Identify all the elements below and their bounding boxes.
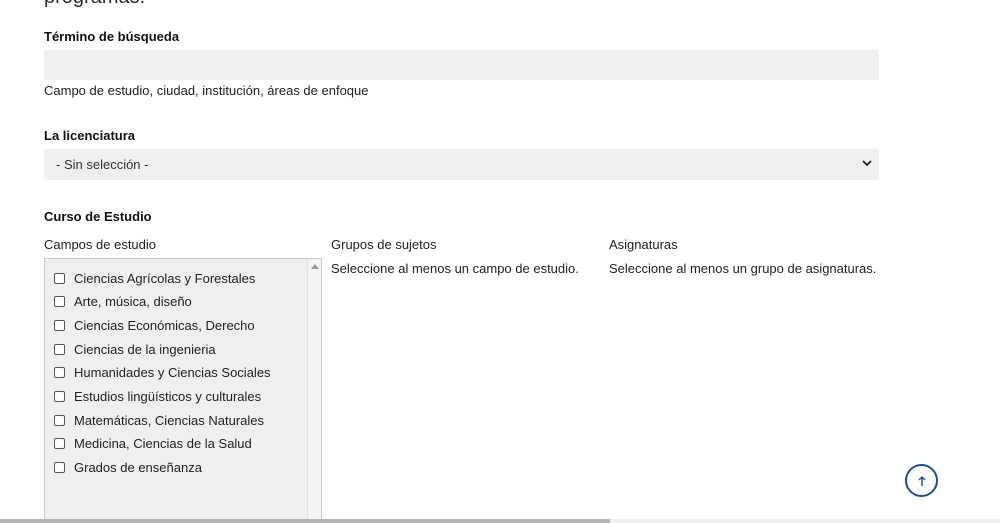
list-scrollbar[interactable] [307, 259, 321, 523]
fields-label: Campos de estudio [44, 237, 157, 252]
field-checkbox-engineering[interactable]: Ciencias de la ingenieria [54, 339, 216, 359]
groups-label: Grupos de sujetos [331, 237, 437, 252]
checkbox[interactable] [54, 319, 65, 331]
chevron-down-icon [862, 160, 872, 167]
scrollbar-thumb[interactable] [0, 519, 610, 523]
checkbox[interactable] [54, 343, 65, 355]
field-checkbox-economics[interactable]: Ciencias Económicas, Derecho [54, 315, 255, 335]
field-checkbox-linguistics[interactable]: Estudios lingüísticos y culturales [54, 386, 261, 406]
field-label: Ciencias Agrícolas y Forestales [74, 270, 256, 286]
field-label: Ciencias Económicas, Derecho [74, 317, 255, 333]
field-label: Humanidades y Ciencias Sociales [74, 364, 271, 380]
scroll-up-arrow-icon[interactable] [311, 264, 319, 269]
field-checkbox-teaching[interactable]: Grados de enseñanza [54, 457, 202, 477]
checkbox[interactable] [54, 414, 65, 426]
field-label: Grados de enseñanza [74, 459, 202, 475]
search-input[interactable] [44, 50, 879, 80]
horizontal-scrollbar[interactable] [0, 519, 1000, 523]
page-heading-cut: programas. [44, 0, 145, 9]
field-label: Estudios lingüísticos y culturales [74, 388, 262, 404]
field-checkbox-art[interactable]: Arte, música, diseño [54, 291, 192, 311]
checkbox[interactable] [54, 461, 65, 473]
degree-label: La licenciatura [44, 128, 136, 143]
field-checkbox-agricultural[interactable]: Ciencias Agrícolas y Forestales [54, 268, 255, 288]
fields-list[interactable]: Ciencias Agrícolas y Forestales Arte, mú… [44, 258, 322, 523]
field-label: Arte, música, diseño [74, 293, 192, 309]
degree-select-value: - Sin selección - [56, 157, 149, 172]
course-label: Curso de Estudio [44, 209, 152, 224]
checkbox[interactable] [54, 295, 65, 307]
field-label: Matemáticas, Ciencias Naturales [74, 412, 265, 428]
field-checkbox-medicine[interactable]: Medicina, Ciencias de la Salud [54, 433, 252, 453]
checkbox[interactable] [54, 366, 65, 378]
search-hint: Campo de estudio, ciudad, institución, á… [44, 83, 369, 98]
subjects-message: Seleccione al menos un grupo de asignatu… [609, 261, 877, 276]
checkbox[interactable] [54, 390, 65, 402]
field-checkbox-mathematics[interactable]: Matemáticas, Ciencias Naturales [54, 410, 264, 430]
field-checkbox-humanities[interactable]: Humanidades y Ciencias Sociales [54, 362, 271, 382]
field-label: Medicina, Ciencias de la Salud [74, 435, 252, 451]
search-label: Término de búsqueda [44, 29, 180, 44]
checkbox[interactable] [54, 437, 65, 449]
degree-select[interactable]: - Sin selección - [44, 149, 879, 180]
arrow-up-icon [918, 475, 925, 486]
checkbox[interactable] [54, 272, 65, 284]
subjects-label: Asignaturas [609, 237, 678, 252]
field-label: Ciencias de la ingenieria [74, 341, 216, 357]
groups-message: Seleccione al menos un campo de estudio. [331, 261, 579, 276]
scroll-to-top-button[interactable] [905, 464, 938, 497]
